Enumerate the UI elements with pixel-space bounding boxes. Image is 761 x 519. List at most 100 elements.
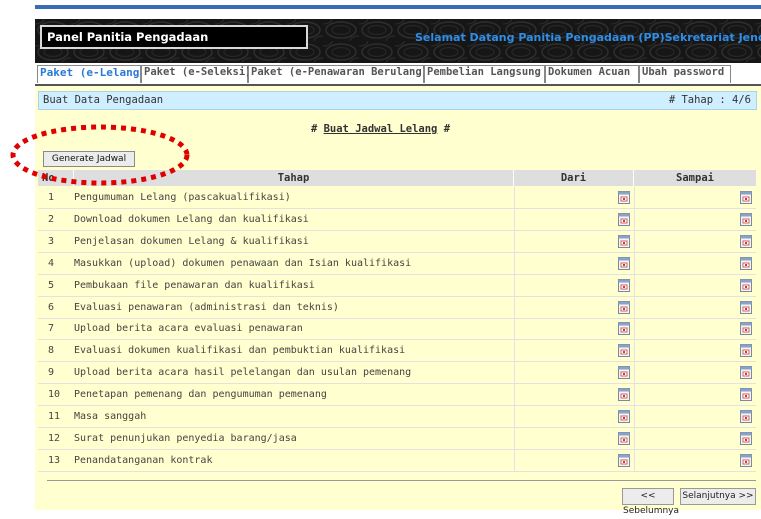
calendar-icon[interactable] [618,278,630,292]
tab-ubah-password[interactable]: Ubah password [639,65,731,83]
calendar-icon[interactable] [740,366,752,380]
next-button[interactable]: Selanjutnya >> [680,488,756,505]
calendar-icon[interactable] [618,212,630,226]
sampai-cell [634,296,757,318]
row-tahap: Pengumuman Lelang (pascakualifikasi) [74,192,291,203]
column-header-tahap: Tahap [74,170,514,186]
welcome-message: Selamat Datang Panitia Pengadaan (PP)Sek… [415,31,761,44]
dari-cell [514,252,635,274]
app-header: Panel Panitia Pengadaan Selamat Datang P… [35,19,761,63]
table-row: 7 Upload berita acara evaluasi penawaran [38,318,757,341]
row-tahap: Masukkan (upload) dokumen penawaan dan I… [74,257,412,269]
column-header-no: No [38,170,74,186]
calendar-icon[interactable] [618,344,630,358]
table-row: 4 Masukkan (upload) dokumen penawaan dan … [38,252,757,275]
previous-button[interactable]: << Sebelumnya [622,488,679,516]
row-number: 4 [48,257,55,269]
dari-cell [514,384,635,406]
calendar-icon[interactable] [740,410,752,423]
row-tahap: Penjelasan dokumen Lelang & kualifikasi [74,235,309,247]
table-row: 13 Penandatanganan kontrak [38,449,757,472]
tab-dokumen-acuan[interactable]: Dokumen Acuan [545,65,639,83]
table-row: 3 Penjelasan dokumen Lelang & kualifikasi [38,230,757,253]
sampai-cell [634,384,757,406]
calendar-icon[interactable] [740,278,752,292]
calendar-icon[interactable] [618,410,630,423]
calendar-icon[interactable] [618,234,630,248]
tab-bar: Paket (e-Lelang) Paket (e-Seleksi) Paket… [35,65,761,85]
row-number: 8 [48,345,55,357]
table-row: 5 Pembukaan file penawaran dan kualifikas… [38,274,756,297]
row-number: 6 [48,301,55,313]
calendar-icon[interactable] [618,453,630,467]
section-heading-title: Buat Jadwal Lelang [323,123,438,135]
step-bar: Buat Data Pengadaan # Tahap : 4/6 [38,91,757,110]
dari-cell [514,318,635,340]
tab-paket-e-lelang[interactable]: Paket (e-Lelang) [37,65,146,83]
dari-cell [514,274,635,296]
table-row: 1 Pengumuman Lelang (pascakualifikasi) [38,187,756,209]
section-heading-suffix: # [437,123,451,135]
calendar-icon[interactable] [740,300,752,314]
calendar-icon[interactable] [618,191,630,204]
calendar-icon[interactable] [740,344,752,358]
row-tahap: Evaluasi penawaran (administrasi dan tek… [74,301,339,313]
table-row: 2 Download dokumen Lelang dan kualifikasi [38,208,757,231]
table-row: 11 Masa sanggah [38,406,756,428]
calendar-icon[interactable] [740,453,752,467]
calendar-icon[interactable] [740,191,752,204]
step-indicator: # Tahap : 4/6 [668,94,751,106]
top-accent-line [35,5,761,9]
calendar-icon[interactable] [740,388,752,402]
footer-divider [47,480,756,481]
sampai-cell [634,252,757,274]
sampai-cell [634,208,757,230]
row-tahap: Upload berita acara hasil pelelangan dan… [74,367,412,379]
row-tahap: Upload berita acara evaluasi penawaran [74,323,303,335]
row-number: 9 [48,367,55,379]
calendar-icon[interactable] [618,322,630,336]
tab-paket-e-penawaran-berulang[interactable]: Paket (e-Penawaran Berulang) [248,65,428,83]
row-tahap: Evaluasi dokumen kualifikasi dan pembukt… [74,345,406,357]
row-number: 2 [48,213,55,225]
table-row: 10 Penetapan pemenang dan pengumuman peme… [38,384,757,407]
sampai-cell [634,427,757,449]
calendar-icon[interactable] [740,234,752,248]
table-row: 8 Evaluasi dokumen kualifikasi dan pembuk… [38,340,756,363]
table-row: 12 Surat penunjukan penyedia barang/jasa [38,427,757,450]
step-bar-title: Buat Data Pengadaan [43,94,164,106]
dari-cell [514,449,635,471]
dari-cell [514,427,635,449]
row-number: 13 [48,454,61,466]
calendar-icon[interactable] [618,366,630,380]
sampai-cell [634,187,757,208]
row-tahap: Masa sanggah [74,411,147,422]
dari-cell [514,208,635,230]
sampai-cell [634,318,757,340]
column-header-sampai: Sampai [676,172,714,184]
dari-cell [514,362,635,384]
calendar-icon[interactable] [740,212,752,226]
sampai-cell [634,449,757,471]
table-header: No Tahap Dari Sampai [38,170,756,186]
row-number: 11 [48,411,61,422]
sampai-cell [634,230,757,252]
calendar-icon[interactable] [618,300,630,314]
calendar-icon[interactable] [740,322,752,336]
calendar-icon[interactable] [618,431,630,445]
row-number: 7 [48,323,55,335]
row-number: 5 [48,279,55,291]
section-heading: # Buat Jadwal Lelang # [0,123,761,135]
dari-cell [514,230,635,252]
generate-jadwal-button[interactable]: Generate Jadwal [43,151,135,167]
row-tahap: Download dokumen Lelang dan kualifikasi [74,213,309,225]
row-tahap: Pembukaan file penawaran dan kualifikasi [74,279,315,291]
calendar-icon[interactable] [618,256,630,270]
tab-pembelian-langsung[interactable]: Pembelian Langsung [424,65,545,83]
calendar-icon[interactable] [618,388,630,402]
sampai-cell [634,362,757,384]
dari-cell [514,406,635,427]
calendar-icon[interactable] [740,256,752,270]
calendar-icon[interactable] [740,431,752,445]
tab-paket-e-seleksi[interactable]: Paket (e-Seleksi) [141,65,251,83]
